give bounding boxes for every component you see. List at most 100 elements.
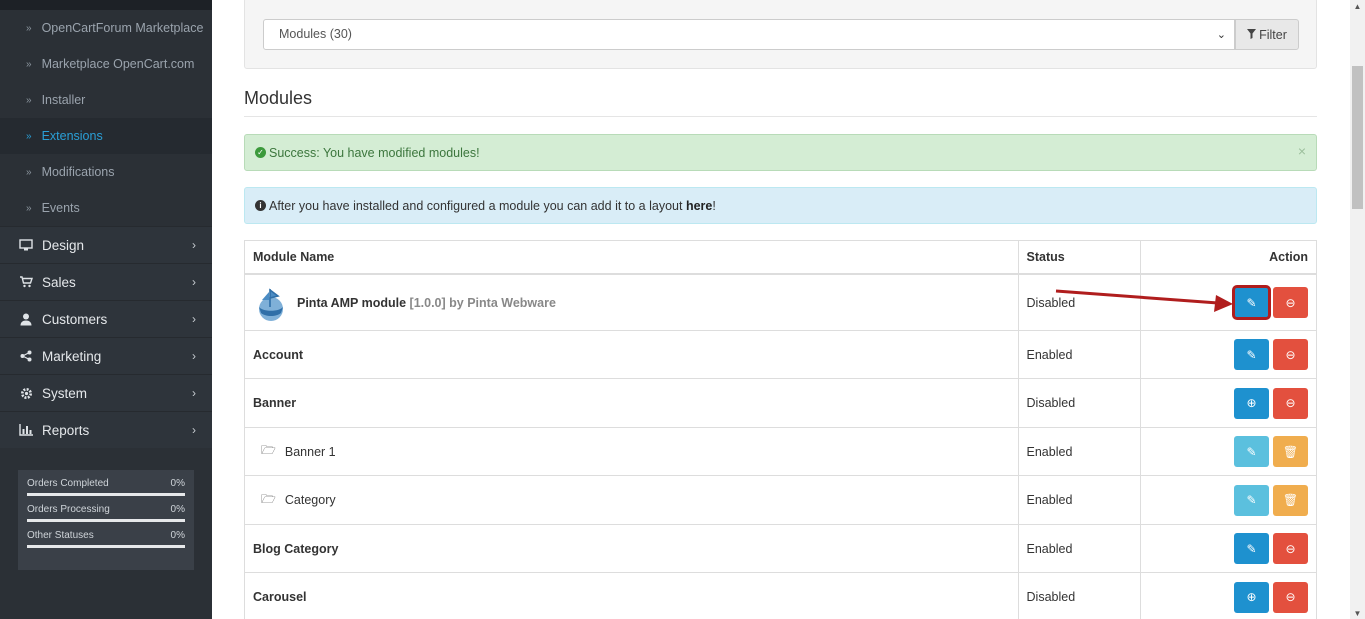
module-name: Carousel: [245, 573, 1019, 619]
module-name-cell: 🗁 Category: [245, 476, 1019, 524]
trash-icon: 🗑: [1282, 444, 1299, 459]
chevron-double-right-icon: »: [26, 22, 32, 34]
edit-button[interactable]: ✎: [1234, 436, 1269, 467]
edit-button[interactable]: ✎: [1234, 484, 1269, 516]
table-row: 🗁 Banner 1 Enabled ✎ 🗑: [245, 427, 1316, 475]
stat-value: 0%: [170, 530, 185, 541]
pinta-logo-icon: [259, 287, 283, 321]
minus-circle-icon: ⊖: [1285, 590, 1296, 604]
sidebar-item-label: Reports: [42, 422, 90, 438]
module-status: Disabled: [1019, 573, 1142, 619]
edit-button[interactable]: ✎: [1232, 285, 1271, 320]
chevron-right-icon: ›: [192, 238, 196, 252]
scroll-down-icon[interactable]: ▼: [1350, 607, 1365, 619]
module-name: Category: [284, 493, 336, 507]
table-row: Carousel Disabled ⊕ ⊖: [245, 572, 1316, 619]
sidebar: » OpenCartForum Marketplace » Marketplace …: [0, 0, 212, 619]
module-status: Enabled: [1019, 525, 1142, 572]
scrollbar-thumb[interactable]: [1352, 66, 1363, 209]
action-cell: ✎ ⊖: [1141, 525, 1316, 572]
action-cell: ✎ 🗑: [1141, 428, 1316, 475]
uninstall-button[interactable]: ⊖: [1273, 533, 1308, 564]
delete-button[interactable]: 🗑: [1273, 436, 1308, 467]
sidebar-item-reports[interactable]: Reports ›: [0, 411, 212, 448]
sidebar-item-events[interactable]: » Events: [0, 190, 212, 226]
user-icon: [18, 313, 34, 326]
edit-button[interactable]: ✎: [1234, 339, 1269, 370]
sidebar-item-opencartforum-marketplace[interactable]: » OpenCartForum Marketplace: [0, 10, 212, 46]
sidebar-item-extensions[interactable]: » Extensions: [0, 118, 212, 154]
module-name-cell: 🗁 Banner 1: [245, 428, 1019, 475]
stat-other-statuses: Other Statuses 0%: [27, 530, 185, 548]
page-scrollbar[interactable]: ▲ ▼: [1350, 0, 1365, 619]
info-circle-icon: i: [255, 200, 266, 211]
uninstall-button[interactable]: ⊖: [1273, 287, 1308, 318]
sidebar-item-label: Events: [41, 201, 80, 215]
edit-button[interactable]: ✎: [1234, 533, 1269, 564]
cart-icon: [18, 276, 34, 288]
chevron-right-icon: ›: [192, 349, 196, 363]
stat-orders-completed: Orders Completed 0%: [27, 478, 185, 496]
stat-value: 0%: [170, 478, 185, 489]
column-header-status: Status: [1019, 241, 1142, 273]
sidebar-item-label: Design: [42, 237, 85, 253]
minus-circle-icon: ⊖: [1285, 541, 1296, 556]
chevron-down-icon: ⌄: [1216, 29, 1226, 41]
module-status: Enabled: [1019, 331, 1142, 378]
uninstall-button[interactable]: ⊖: [1273, 387, 1308, 419]
sidebar-item-marketplace-opencart[interactable]: » Marketplace OpenCart.com: [0, 46, 212, 82]
module-status: Enabled: [1019, 476, 1142, 524]
order-stats-panel: Orders Completed 0% Orders Processing 0% O…: [18, 470, 194, 570]
sidebar-item-modifications[interactable]: » Modifications: [0, 154, 212, 190]
gear-icon: [18, 387, 34, 400]
sidebar-item-installer[interactable]: » Installer: [0, 82, 212, 118]
delete-button[interactable]: 🗑: [1273, 484, 1308, 516]
extension-type-select[interactable]: Modules (30) ⌄: [263, 19, 1235, 50]
minus-circle-icon: ⊖: [1285, 295, 1296, 310]
info-message: After you have installed and configured …: [269, 198, 683, 213]
module-name: Banner 1: [284, 444, 336, 459]
module-name: Account: [245, 331, 1019, 378]
table-row: Account Enabled ✎ ⊖: [245, 330, 1316, 378]
info-suffix: !: [712, 198, 716, 213]
action-cell: ✎ 🗑: [1141, 476, 1316, 524]
annotation-arrow-icon: [1055, 289, 1233, 312]
module-name: Blog Category: [245, 525, 1019, 572]
folder-open-icon: 🗁: [261, 491, 276, 506]
folder-open-icon: 🗁: [261, 443, 276, 457]
sidebar-item-sales[interactable]: Sales ›: [0, 263, 212, 300]
stat-progress-bar: [27, 519, 185, 522]
stat-progress-bar: [27, 545, 185, 548]
module-status: Enabled: [1019, 428, 1142, 475]
trash-icon: 🗑: [1282, 493, 1299, 507]
filter-button[interactable]: Filter: [1235, 19, 1299, 50]
sidebar-item-label: Marketing: [42, 348, 102, 364]
table-row: 🗁 Category Enabled ✎ 🗑: [245, 475, 1316, 524]
pencil-icon: ✎: [1246, 347, 1257, 362]
sidebar-top-strip: [0, 0, 212, 10]
plus-circle-icon: ⊕: [1246, 396, 1257, 410]
table-row: Banner Disabled ⊕ ⊖: [245, 378, 1316, 427]
chevron-double-right-icon: »: [26, 130, 32, 142]
sidebar-item-label: Installer: [41, 93, 86, 107]
success-message: Success: You have modified modules!: [269, 145, 480, 160]
sidebar-item-system[interactable]: System ›: [0, 374, 212, 411]
uninstall-button[interactable]: ⊖: [1273, 339, 1308, 370]
chevron-double-right-icon: »: [26, 166, 32, 178]
pencil-icon: ✎: [1246, 541, 1257, 556]
add-module-button[interactable]: ⊕: [1234, 387, 1269, 419]
chevron-double-right-icon: »: [26, 58, 32, 70]
sidebar-item-design[interactable]: Design ›: [0, 226, 212, 263]
layout-link[interactable]: here: [686, 199, 712, 213]
chevron-right-icon: ›: [192, 312, 196, 326]
close-icon[interactable]: ×: [1298, 143, 1306, 159]
scroll-up-icon[interactable]: ▲: [1350, 0, 1365, 12]
sidebar-item-marketing[interactable]: Marketing ›: [0, 337, 212, 374]
sidebar-item-customers[interactable]: Customers ›: [0, 300, 212, 337]
stat-orders-processing: Orders Processing 0%: [27, 504, 185, 522]
uninstall-button[interactable]: ⊖: [1273, 581, 1308, 613]
module-status: Disabled: [1019, 379, 1142, 427]
page-title: Modules: [244, 88, 313, 108]
table-header: Module Name Status Action: [245, 241, 1316, 274]
add-module-button[interactable]: ⊕: [1234, 581, 1269, 613]
